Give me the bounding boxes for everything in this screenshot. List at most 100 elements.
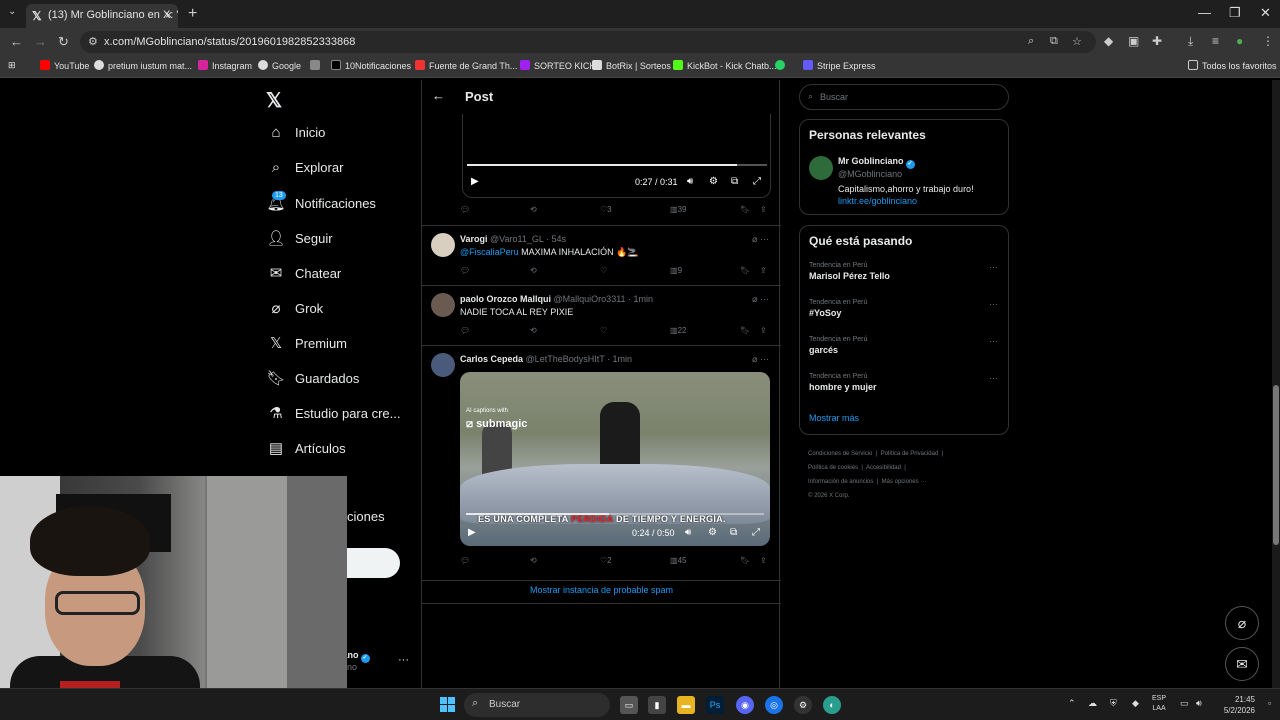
bookmark-instagram[interactable]: Instagram bbox=[198, 60, 252, 71]
sidebar-item-chatear[interactable]: ✉ Chatear bbox=[266, 264, 342, 288]
close-tab-icon[interactable]: × bbox=[165, 8, 172, 22]
grok-icon-more[interactable]: ⌀ ··· bbox=[752, 234, 769, 245]
browser-tab[interactable]: 𝕏 (13) Mr Goblinciano en X: " × bbox=[26, 4, 178, 28]
apps-icon[interactable]: ⊞ bbox=[8, 60, 16, 71]
like-icon[interactable]: ♡ bbox=[600, 326, 607, 335]
show-more-link[interactable]: Mostrar más bbox=[809, 413, 859, 423]
puzzle-icon[interactable]: ✚ bbox=[1152, 34, 1162, 48]
share-icon[interactable]: ⇪ bbox=[760, 266, 767, 275]
bookmark-icon[interactable]: 🔖︎ bbox=[740, 326, 750, 335]
bookmark-icon[interactable]: 🔖︎ bbox=[740, 556, 750, 565]
footer-link[interactable]: Condiciones de Servicio bbox=[808, 451, 872, 457]
minimize-icon[interactable]: — bbox=[1198, 5, 1211, 20]
menu-icon[interactable]: ⋮ bbox=[1262, 34, 1274, 48]
files-icon[interactable]: ▮ bbox=[648, 696, 666, 714]
fullscreen-icon[interactable]: ⤢ bbox=[753, 176, 761, 187]
bookmark-youtube[interactable]: YouTube bbox=[40, 60, 89, 71]
reply-author[interactable]: Varogi @Varo11_GL · 54s bbox=[460, 234, 566, 244]
more-icon[interactable]: ··· bbox=[398, 654, 409, 666]
footer-link[interactable]: Política de Privacidad bbox=[881, 451, 939, 457]
bookmark-whatsapp[interactable] bbox=[775, 60, 789, 71]
share-icon[interactable]: ⇪ bbox=[760, 556, 767, 565]
tray-app-icon[interactable]: ◆ bbox=[1132, 698, 1139, 709]
more-icon[interactable]: ··· bbox=[989, 299, 998, 309]
back-icon[interactable]: ← bbox=[10, 34, 23, 49]
tab-search-icon[interactable]: ⌄ bbox=[8, 6, 16, 17]
repost-icon[interactable]: ⟲ bbox=[530, 556, 537, 565]
language-indicator[interactable]: ESP LAA bbox=[1152, 694, 1166, 714]
explorer-icon[interactable]: ▬ bbox=[677, 696, 695, 714]
play-icon[interactable]: ▶ bbox=[471, 176, 479, 187]
media-icon[interactable]: ≡ bbox=[1212, 34, 1219, 48]
extension-icon[interactable]: ◆ bbox=[1104, 34, 1113, 48]
video-player[interactable]: ▶ 0:27 / 0:31 🔊︎ ⚙ ⧉ ⤢ bbox=[462, 114, 771, 198]
views-count[interactable]: ▥ 39 bbox=[670, 205, 686, 214]
more-icon[interactable]: ··· bbox=[989, 373, 998, 383]
share-icon[interactable]: ⇪ bbox=[760, 205, 767, 214]
grok-icon-more[interactable]: ⌀ ··· bbox=[752, 294, 769, 305]
sidebar-item-grok[interactable]: ⌀ Grok bbox=[266, 299, 323, 323]
zoom-icon[interactable]: ⌕ bbox=[1028, 35, 1034, 48]
discord-icon[interactable]: ◉ bbox=[736, 696, 754, 714]
reply-icon[interactable]: 💬︎ bbox=[460, 205, 470, 214]
reply-author[interactable]: paolo Orozco Mallqui @MallquiOro3311 · 1… bbox=[460, 294, 653, 304]
avatar[interactable] bbox=[809, 156, 833, 180]
relevant-link[interactable]: linktr.ee/goblinciano bbox=[838, 196, 917, 206]
bookmark-google[interactable]: Google bbox=[258, 60, 301, 71]
sidebar-item-estudio[interactable]: ⚗ Estudio para cre... bbox=[266, 404, 400, 428]
sidebar-item-articulos[interactable]: ▤ Artículos bbox=[266, 439, 346, 463]
page-scrollbar[interactable] bbox=[1272, 80, 1280, 688]
steam-icon[interactable]: ⚙ bbox=[794, 696, 812, 714]
trend-item[interactable]: Tendencia en Perú garcés ··· bbox=[809, 336, 1004, 355]
views-count[interactable]: ▥ 22 bbox=[670, 326, 686, 335]
x-logo-icon[interactable]: 𝕏 bbox=[266, 88, 282, 113]
app-icon[interactable]: ◐ bbox=[823, 696, 841, 714]
trend-item[interactable]: Tendencia en Perú hombre y mujer ··· bbox=[809, 373, 1004, 392]
reply-icon[interactable]: 💬︎ bbox=[460, 326, 470, 335]
trend-item[interactable]: Tendencia en Perú #YoSoy ··· bbox=[809, 299, 1004, 318]
footer-link[interactable]: Política de cookies bbox=[808, 465, 858, 471]
photoshop-icon[interactable]: Ps bbox=[706, 696, 724, 714]
avatar[interactable] bbox=[431, 293, 455, 317]
bookmark-botrix[interactable]: BotRix | Sorteos bbox=[592, 60, 671, 71]
messages-fab-icon[interactable]: ✉ bbox=[1225, 647, 1259, 681]
reply-icon[interactable]: 💬︎ bbox=[460, 556, 470, 565]
pip-icon[interactable]: ⧉ bbox=[731, 176, 738, 187]
play-icon[interactable]: ▶ bbox=[468, 527, 476, 538]
reply-video[interactable]: AI captions with ⧄ submagic ES UNA COMPL… bbox=[460, 372, 770, 546]
bookmark-10notificaciones[interactable]: 10Notificaciones bbox=[331, 60, 411, 71]
reply-item[interactable]: paolo Orozco Mallqui @MallquiOro3311 · 1… bbox=[422, 285, 781, 345]
views-count[interactable]: ▥ 9 bbox=[670, 266, 682, 275]
extension-2-icon[interactable]: ▣ bbox=[1128, 34, 1139, 48]
star-icon[interactable]: ☆ bbox=[1072, 35, 1082, 48]
forward-icon[interactable]: → bbox=[34, 34, 47, 49]
settings-icon[interactable]: ⚙ bbox=[709, 176, 718, 187]
site-info-icon[interactable]: ⚙ bbox=[88, 35, 98, 48]
reload-icon[interactable]: ↻ bbox=[58, 34, 69, 50]
repost-icon[interactable]: ⟲ bbox=[530, 205, 537, 214]
tray-shield-icon[interactable]: ⛨ bbox=[1110, 698, 1117, 709]
volume-icon[interactable]: 🔊︎ bbox=[1196, 698, 1202, 709]
reply-icon[interactable]: 💬︎ bbox=[460, 266, 470, 275]
more-icon[interactable]: ··· bbox=[989, 336, 998, 346]
clock[interactable]: 21:45 5/2/2026 bbox=[1215, 694, 1255, 716]
chrome-icon[interactable]: ◎ bbox=[765, 696, 783, 714]
video-progress[interactable] bbox=[467, 164, 767, 166]
like-button[interactable]: ♡ 2 bbox=[600, 556, 612, 565]
windows-start-icon[interactable] bbox=[440, 697, 456, 713]
relevant-name[interactable]: Mr Goblinciano ✓ bbox=[838, 156, 915, 169]
bookmark-extra[interactable] bbox=[310, 60, 324, 71]
search-input[interactable]: ⌕ Buscar bbox=[799, 84, 1009, 110]
repost-icon[interactable]: ⟲ bbox=[530, 326, 537, 335]
bookmark-icon[interactable]: 🔖︎ bbox=[740, 205, 750, 214]
notifications-icon[interactable]: ▫ bbox=[1268, 698, 1271, 708]
taskbar-search[interactable]: ⌕ Buscar bbox=[464, 693, 610, 717]
show-spam-link[interactable]: Mostrar instancia de probable spam bbox=[422, 580, 781, 604]
bookmark-kickbot[interactable]: KickBot - Kick Chatb... bbox=[673, 60, 777, 71]
sidebar-item-inicio[interactable]: ⌂ Inicio bbox=[266, 124, 325, 148]
tray-cloud-icon[interactable]: ☁ bbox=[1088, 698, 1097, 709]
sidebar-item-more[interactable]: ciones bbox=[347, 509, 385, 533]
like-icon[interactable]: ♡ bbox=[600, 266, 607, 275]
profile-avatar-icon[interactable]: ● bbox=[1236, 34, 1243, 48]
all-bookmarks[interactable]: Todos los favoritos bbox=[1188, 60, 1277, 71]
